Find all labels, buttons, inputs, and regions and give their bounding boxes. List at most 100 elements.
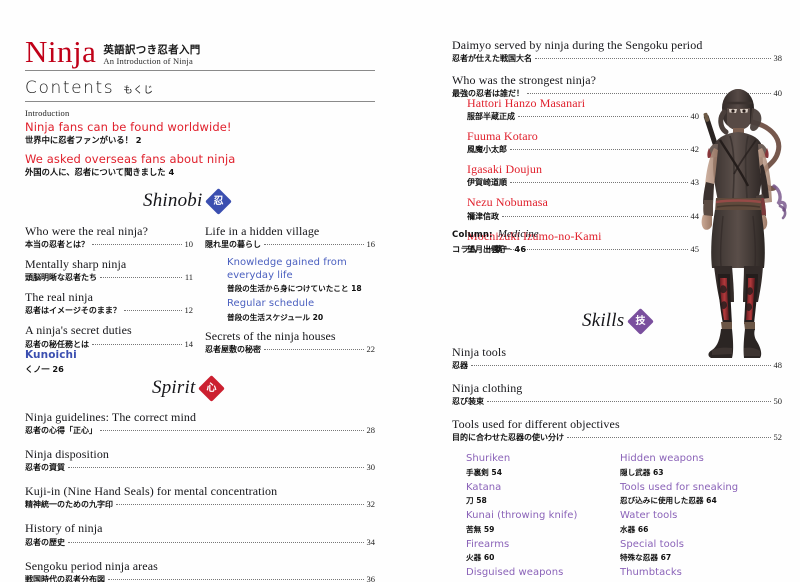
toc-entry-en: Mentally sharp ninja (25, 257, 127, 272)
toc-subentry-en: Shuriken (466, 453, 511, 465)
toc-spirit-list: Ninja guidelines: The correct mind 忍者の心得… (25, 410, 375, 582)
toc-shinobi-right-column: Life in a hidden village 隠れ里の暮らし 16 Know… (205, 224, 375, 362)
toc-subentry[interactable]: Hidden weapons 隠し武器 63 (620, 453, 770, 478)
toc-page-number: 14 (184, 338, 194, 349)
toc-subentry-en: Hidden weapons (620, 453, 704, 465)
toc-entry-en: Ninja clothing (452, 381, 523, 396)
ninja-name-en: Nezu Nobumasa (467, 195, 548, 210)
toc-page-number: 10 (184, 239, 194, 250)
introduction-item[interactable]: Ninja fans can be found worldwide! 世界中に忍… (25, 120, 375, 147)
toc-subentry-jp: 忍び込みに使用した忍器 64 (620, 496, 717, 506)
dot-leader (535, 58, 771, 60)
book-logo: Ninja (25, 34, 97, 69)
toc-page-number: 50 (773, 396, 783, 407)
ninja-name-jp: 服部半蔵正成 (467, 112, 515, 122)
toc-skills-subcolumn-left: Shuriken 手裏剣 54 Katana 刀 58 Kunai (throw… (452, 449, 602, 582)
toc-subentry[interactable]: Thumbtacks 撒きびし 68 (620, 567, 770, 582)
kunoichi-jp: くノ一 26 (25, 364, 64, 374)
dot-leader (487, 401, 771, 403)
shinobi-badge-char: 忍 (213, 195, 224, 206)
ninja-name-en: Fuuma Kotaro (467, 129, 538, 144)
toc-subentry-en: Disguised weapons (466, 567, 564, 579)
introduction-item[interactable]: We asked overseas fans about ninja 外国の人に… (25, 152, 375, 179)
masthead-divider (25, 70, 375, 71)
section-header-shinobi: Shinobi 忍 (143, 187, 233, 215)
ninja-warrior-illustration (701, 89, 787, 358)
toc-entry-jp: 忍者の資質 (25, 463, 65, 473)
toc-entry-jp: 精神統一のための九字印 (25, 500, 113, 510)
spirit-badge-icon: 心 (198, 374, 226, 402)
toc-entry-jp: 忍者が仕えた戦国大名 (452, 54, 532, 64)
dot-leader (264, 244, 364, 246)
introduction-item-en: Ninja fans can be found worldwide! (25, 120, 232, 134)
toc-subentry-jp: 刀 58 (466, 496, 487, 506)
toc-page-number: 16 (366, 239, 376, 250)
toc-entry[interactable]: Fuuma Kotaro 風魔小太郎 42 (467, 129, 699, 155)
toc-entry-en: A ninja's secret duties (25, 323, 132, 338)
toc-entry-jp: 忍び装束 (452, 397, 484, 407)
toc-entry[interactable]: Nezu Nobumasa 禰津信政 44 (467, 195, 699, 221)
logo-subtitle-en: An Introduction of Ninja (103, 55, 193, 66)
toc-subentry-en: Regular schedule (227, 298, 315, 310)
toc-entry[interactable]: Daimyo served by ninja during the Sengok… (452, 38, 782, 64)
toc-entry-jp: 忍者の心得「正心」 (25, 426, 97, 436)
contents-divider (25, 101, 375, 102)
toc-subentry[interactable]: Tools used for sneaking 忍び込みに使用した忍器 64 (620, 482, 770, 507)
toc-subentry-en: Water tools (620, 510, 678, 522)
toc-entry[interactable]: Mentally sharp ninja 頭脳明晰な忍者たち 11 (25, 257, 193, 283)
toc-entry[interactable]: Life in a hidden village 隠れ里の暮らし 16 (205, 224, 375, 250)
toc-subentry[interactable]: Firearms 火器 60 (466, 539, 602, 564)
toc-entry[interactable]: The real ninja 忍者はイメージそのまま？ 12 (25, 290, 193, 316)
column-title: Medicine (497, 228, 539, 240)
toc-subentry[interactable]: Kunai (throwing knife) 苦無 59 (466, 510, 602, 535)
toc-entry[interactable]: Ninja clothing 忍び装束 50 (452, 381, 782, 407)
toc-entry[interactable]: A ninja's secret duties 忍者の秘任務とは 14 (25, 323, 193, 349)
toc-shinobi-left-column: Who were the real ninja? 本当の忍者とは？ 10 Men… (25, 224, 193, 357)
toc-entry-kunoichi[interactable]: Kunoichi くノ一 26 (25, 349, 77, 375)
toc-entry[interactable]: Igasaki Doujun 伊賀崎道順 43 (467, 162, 699, 188)
masthead: Ninja 英語訳つき忍者入門 An Introduction of Ninja (25, 36, 201, 67)
toc-entry-en: The real ninja (25, 290, 94, 305)
toc-subentry-en: Tools used for sneaking (620, 481, 739, 493)
toc-entry[interactable]: Hattori Hanzo Masanari 服部半蔵正成 40 (467, 96, 699, 122)
toc-subentry-en: Thumbtacks (620, 567, 682, 579)
ninja-name-en: Hattori Hanzo Masanari (467, 96, 586, 110)
toc-subentry[interactable]: Disguised weapons 仕込み武器 62 (466, 567, 602, 582)
toc-subentry[interactable]: Water tools 水器 66 (620, 510, 770, 535)
introduction-label: Introduction (25, 108, 70, 118)
toc-entry[interactable]: Kuji-in (Nine Hand Seals) for mental con… (25, 484, 375, 510)
column-note[interactable]: Column: Medicine コラム 一薬ー 46 (452, 228, 539, 255)
toc-entry[interactable]: Ninja disposition 忍者の資質 30 (25, 447, 375, 473)
toc-subentry-jp: 水器 66 (620, 524, 649, 534)
ninja-name-jp: 風魔小太郎 (467, 145, 507, 155)
toc-entry[interactable]: History of ninja 忍者の歴史 34 (25, 521, 375, 547)
dot-leader (92, 343, 182, 345)
toc-subentry[interactable]: Shuriken 手裏剣 54 (466, 453, 602, 478)
toc-entry[interactable]: Ninja guidelines: The correct mind 忍者の心得… (25, 410, 375, 436)
dot-leader (92, 244, 182, 246)
dot-leader (264, 348, 364, 350)
introduction-item-jp: 世界中に忍者ファンがいる！ 2 (25, 135, 142, 146)
toc-subentry[interactable]: Katana 刀 58 (466, 482, 602, 507)
ninja-name-jp: 禰津信政 (467, 211, 499, 221)
toc-entry-en: Ninja disposition (25, 447, 110, 462)
toc-subentry-jp: 隠し武器 63 (620, 467, 664, 477)
dot-leader (108, 578, 364, 580)
toc-subentry[interactable]: Special tools 特殊な忍器 67 (620, 539, 770, 564)
column-jp: コラム 一薬ー 46 (452, 244, 527, 254)
skills-badge-char: 技 (635, 315, 646, 326)
toc-subentry-en: Special tools (620, 538, 685, 550)
toc-subentry[interactable]: Knowledge gained from everyday life 普段の生… (227, 257, 375, 294)
section-title-skills: Skills (582, 310, 625, 331)
dot-leader (100, 277, 182, 279)
introduction-block: Introduction Ninja fans can be found wor… (25, 108, 375, 184)
contents-heading: Contents もくじ (25, 78, 154, 98)
toc-entry[interactable]: Tools used for different objectives 目的に合… (452, 417, 782, 443)
dot-leader (567, 437, 771, 439)
toc-subentry[interactable]: Regular schedule 普段の生活スケジュール 20 (227, 298, 375, 323)
toc-entry[interactable]: Sengoku period ninja areas 戦国時代の忍者分布図 36 (25, 559, 375, 582)
toc-entry[interactable]: Who were the real ninja? 本当の忍者とは？ 10 (25, 224, 193, 250)
toc-entry-jp: 本当の忍者とは？ (25, 240, 89, 250)
dot-leader (518, 116, 688, 118)
toc-entry[interactable]: Secrets of the ninja houses 忍者屋敷の秘密 22 (205, 329, 375, 355)
